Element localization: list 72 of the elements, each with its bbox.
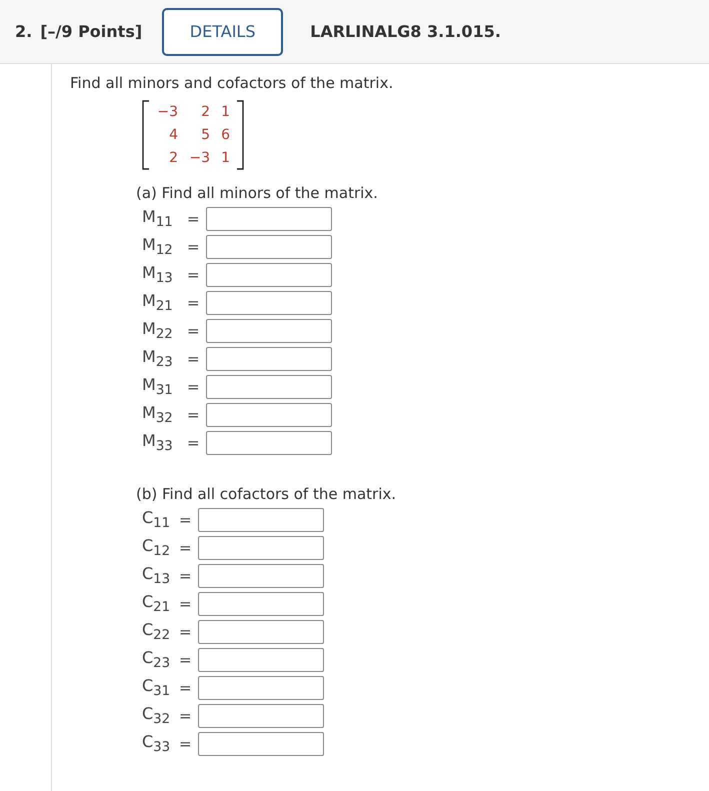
answer-label: M$_{21}$ xyxy=(141,291,174,315)
equals-sign: = xyxy=(187,434,201,452)
matrix-entry: 6 xyxy=(220,126,230,144)
equals-sign: = xyxy=(187,238,201,256)
matrix-entry: 1 xyxy=(220,102,230,122)
answer-label: C$_{31}$ xyxy=(141,676,172,700)
equals-sign: = xyxy=(187,266,201,284)
question-number: 2. xyxy=(15,22,32,41)
answer-label: M$_{31}$ xyxy=(141,375,174,399)
matrix-entry: 5 xyxy=(200,126,210,144)
answer-label: C$_{12}$ xyxy=(141,536,172,560)
equals-sign: = xyxy=(187,294,201,312)
answer-field[interactable] xyxy=(198,592,324,616)
answer-field[interactable] xyxy=(198,564,324,588)
equals-sign: = xyxy=(179,651,193,669)
answer-field[interactable] xyxy=(198,536,324,560)
equals-sign: = xyxy=(187,350,201,368)
answer-field[interactable] xyxy=(198,676,324,700)
points-label: [–/9 Points] xyxy=(40,22,142,41)
answer-label: C$_{13}$ xyxy=(141,564,172,588)
answer-label: M$_{11}$ xyxy=(141,207,174,231)
answer-label: C$_{33}$ xyxy=(141,732,172,756)
question-prompt: Find all minors and cofactors of the matrix. xyxy=(70,74,394,92)
matrix-entry: 1 xyxy=(220,148,230,168)
matrix-entry: −3 xyxy=(188,148,210,168)
equals-sign: = xyxy=(179,539,193,557)
equals-sign: = xyxy=(187,378,201,396)
matrix-entry: −3 xyxy=(156,102,178,122)
answer-field[interactable] xyxy=(198,704,324,728)
matrix-entry: 4 xyxy=(168,126,178,144)
answer-label: C$_{22}$ xyxy=(141,620,172,644)
details-button[interactable]: DETAILS xyxy=(162,8,284,56)
equals-sign: = xyxy=(187,406,201,424)
equals-sign: = xyxy=(179,735,193,753)
matrix-entry: 2 xyxy=(200,102,210,122)
equals-sign: = xyxy=(179,707,193,725)
equals-sign: = xyxy=(179,623,193,641)
answer-field[interactable] xyxy=(206,207,332,231)
answer-label: C$_{21}$ xyxy=(141,592,172,616)
right-bracket-icon xyxy=(236,100,244,170)
left-bracket-icon xyxy=(142,100,150,170)
equals-sign: = xyxy=(179,511,193,529)
equals-sign: = xyxy=(187,210,201,228)
answer-field[interactable] xyxy=(206,319,332,343)
answer-label: C$_{11}$ xyxy=(141,508,172,532)
equals-sign: = xyxy=(179,567,193,585)
answer-label: M$_{13}$ xyxy=(141,263,174,287)
answer-label: M$_{33}$ xyxy=(141,431,174,455)
answer-field[interactable] xyxy=(198,620,324,644)
answer-field[interactable] xyxy=(206,431,332,455)
answer-label: M$_{22}$ xyxy=(141,319,174,343)
matrix-entry: 2 xyxy=(168,148,178,168)
problem-code: LARLINALG8 3.1.015. xyxy=(310,22,501,41)
answer-field[interactable] xyxy=(206,403,332,427)
answer-field[interactable] xyxy=(198,648,324,672)
answer-label: M$_{12}$ xyxy=(141,235,174,259)
answer-field[interactable] xyxy=(198,732,324,756)
part-title: (a) Find all minors of the matrix. xyxy=(136,184,379,202)
answer-label: M$_{23}$ xyxy=(141,347,174,371)
answer-field[interactable] xyxy=(206,263,332,287)
equals-sign: = xyxy=(179,595,193,613)
equals-sign: = xyxy=(179,679,193,697)
part-title: (b) Find all cofactors of the matrix. xyxy=(136,485,398,503)
answer-field[interactable] xyxy=(206,347,332,371)
answer-field[interactable] xyxy=(198,508,324,532)
answer-field[interactable] xyxy=(206,235,332,259)
answer-label: C$_{32}$ xyxy=(141,704,172,728)
answer-field[interactable] xyxy=(206,375,332,399)
answer-label: M$_{32}$ xyxy=(141,403,174,427)
answer-field[interactable] xyxy=(206,291,332,315)
answer-label: C$_{23}$ xyxy=(141,648,172,672)
equals-sign: = xyxy=(187,322,201,340)
